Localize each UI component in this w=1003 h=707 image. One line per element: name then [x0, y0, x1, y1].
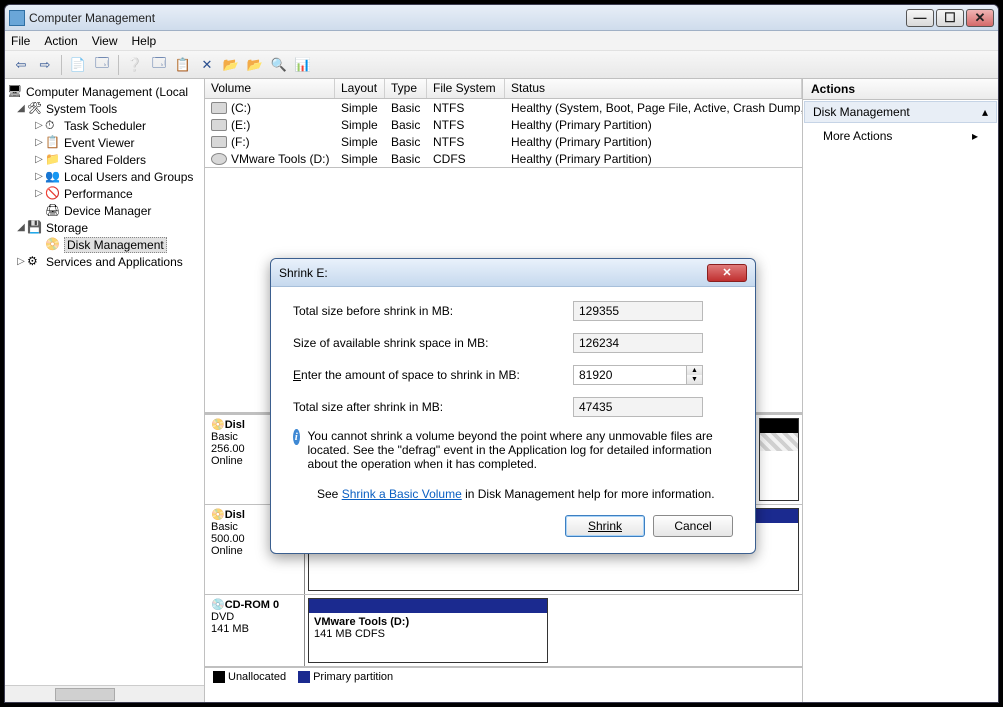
menu-file[interactable]: File	[11, 34, 30, 48]
legend: Unallocated Primary partition	[205, 667, 802, 686]
value-total-before: 129355	[573, 301, 703, 321]
tree-storage[interactable]: ◢💾Storage	[7, 219, 202, 236]
tree-services[interactable]: ▷⚙Services and Applications	[7, 253, 202, 270]
value-total-after: 47435	[573, 397, 703, 417]
perf-icon: 🚫	[45, 186, 61, 202]
refresh-icon[interactable]: 📋	[173, 55, 193, 75]
spinner[interactable]: ▲▼	[686, 366, 702, 384]
dialog-info-text: You cannot shrink a volume beyond the po…	[308, 429, 733, 471]
spinner-up-icon[interactable]: ▲	[687, 366, 702, 375]
storage-icon: 💾	[27, 220, 43, 236]
toolbar: ⇦ ⇨ 📄 🗔 ❔ 🗔 📋 ✕ 📂 📂 🔍 📊	[5, 51, 998, 79]
help-icon[interactable]: ❔	[125, 55, 145, 75]
actions-header: Actions	[803, 79, 998, 100]
services-icon: ⚙	[27, 254, 43, 270]
volume-row[interactable]: VMware Tools (D:)SimpleBasicCDFSHealthy …	[205, 150, 802, 167]
forward-icon[interactable]: ⇨	[35, 55, 55, 75]
menu-action[interactable]: Action	[44, 34, 77, 48]
tree-pane: 🖥Computer Management (Local ◢🛠System Too…	[5, 79, 205, 702]
label-available: Size of available shrink space in MB:	[293, 336, 573, 350]
col-type[interactable]: Type	[385, 79, 427, 98]
col-status[interactable]: Status	[505, 79, 802, 98]
tree-local-users[interactable]: ▷👥Local Users and Groups	[7, 168, 202, 185]
folder-icon: 📁	[45, 152, 61, 168]
users-icon: 👥	[45, 169, 61, 185]
close-button[interactable]: ✕	[966, 9, 994, 27]
search-icon[interactable]: 🔍	[269, 55, 289, 75]
extra-icon[interactable]: 📊	[293, 55, 313, 75]
chevron-right-icon: ▸	[972, 129, 978, 143]
dialog-close-button[interactable]: ✕	[707, 264, 747, 282]
minimize-button[interactable]: —	[906, 9, 934, 27]
volume-header: Volume Layout Type File System Status	[205, 79, 802, 99]
back-icon[interactable]: ⇦	[11, 55, 31, 75]
cd-icon	[211, 153, 227, 165]
disk-icon: 📀	[211, 509, 225, 521]
delete-icon[interactable]: ✕	[197, 55, 217, 75]
col-volume[interactable]: Volume	[205, 79, 335, 98]
input-shrink-amount[interactable]: 81920▲▼	[573, 365, 703, 385]
tree-root[interactable]: 🖥Computer Management (Local	[7, 83, 202, 100]
tree-event-viewer[interactable]: ▷📋Event Viewer	[7, 134, 202, 151]
legend-primary-swatch	[298, 671, 310, 683]
dialog-titlebar[interactable]: Shrink E: ✕	[271, 259, 755, 287]
menubar: File Action View Help	[5, 31, 998, 51]
drive-icon	[211, 119, 227, 131]
event-icon: 📋	[45, 135, 61, 151]
window-controls: — ☐ ✕	[904, 9, 994, 27]
shrink-dialog: Shrink E: ✕ Total size before shrink in …	[270, 258, 756, 554]
col-layout[interactable]: Layout	[335, 79, 385, 98]
help-link[interactable]: Shrink a Basic Volume	[342, 487, 462, 501]
disk-icon: 📀	[211, 419, 225, 431]
mmc-icon: 🖥	[7, 84, 23, 100]
tree-hscrollbar[interactable]	[5, 685, 204, 702]
view2-icon[interactable]: 🗔	[149, 55, 169, 75]
tree-performance[interactable]: ▷🚫Performance	[7, 185, 202, 202]
volume-row[interactable]: (C:)SimpleBasicNTFSHealthy (System, Boot…	[205, 99, 802, 116]
maximize-button[interactable]: ☐	[936, 9, 964, 27]
tree-shared-folders[interactable]: ▷📁Shared Folders	[7, 151, 202, 168]
menu-help[interactable]: Help	[132, 34, 157, 48]
actions-more[interactable]: More Actions▸	[803, 124, 998, 148]
col-filesystem[interactable]: File System	[427, 79, 505, 98]
collapse-icon: ▴	[982, 105, 988, 119]
shrink-button[interactable]: Shrink	[565, 515, 645, 537]
tools-icon: 🛠	[27, 101, 43, 117]
legend-unallocated-swatch	[213, 671, 225, 683]
cdrom-icon: 💿	[211, 599, 225, 611]
spinner-down-icon[interactable]: ▼	[687, 375, 702, 384]
drive-icon	[211, 102, 227, 114]
clock-icon: ⏱	[45, 118, 61, 134]
volume-list: Volume Layout Type File System Status (C…	[205, 79, 802, 168]
settings-icon[interactable]: 📂	[221, 55, 241, 75]
disk-icon: 📀	[45, 237, 61, 253]
device-icon: 🖨	[45, 203, 61, 219]
label-total-after: Total size after shrink in MB:	[293, 400, 573, 414]
props-icon[interactable]: 🗔	[92, 55, 112, 75]
tree-task-scheduler[interactable]: ▷⏱Task Scheduler	[7, 117, 202, 134]
open-icon[interactable]: 📂	[245, 55, 265, 75]
label-total-before: Total size before shrink in MB:	[293, 304, 573, 318]
dialog-help-text: See Shrink a Basic Volume in Disk Manage…	[293, 487, 733, 501]
actions-pane: Actions Disk Management▴ More Actions▸	[803, 79, 998, 702]
cancel-button[interactable]: Cancel	[653, 515, 733, 537]
info-icon: i	[293, 429, 300, 445]
dialog-title: Shrink E:	[279, 266, 707, 280]
drive-icon	[211, 136, 227, 148]
actions-disk-management[interactable]: Disk Management▴	[804, 101, 997, 123]
titlebar: Computer Management — ☐ ✕	[5, 5, 998, 31]
value-available: 126234	[573, 333, 703, 353]
disk-row-cdrom[interactable]: 💿CD-ROM 0DVD141 MB VMware Tools (D:)141 …	[205, 595, 802, 667]
label-enter-amount: EEnter the amount of space to shrink in …	[293, 368, 573, 382]
window-title: Computer Management	[29, 11, 904, 25]
volume-row[interactable]: (F:)SimpleBasicNTFSHealthy (Primary Part…	[205, 133, 802, 150]
tree-device-manager[interactable]: 🖨Device Manager	[7, 202, 202, 219]
up-icon[interactable]: 📄	[68, 55, 88, 75]
tree-system-tools[interactable]: ◢🛠System Tools	[7, 100, 202, 117]
app-icon	[9, 10, 25, 26]
volume-row[interactable]: (E:)SimpleBasicNTFSHealthy (Primary Part…	[205, 116, 802, 133]
menu-view[interactable]: View	[92, 34, 118, 48]
tree-disk-management[interactable]: 📀Disk Management	[7, 236, 202, 253]
